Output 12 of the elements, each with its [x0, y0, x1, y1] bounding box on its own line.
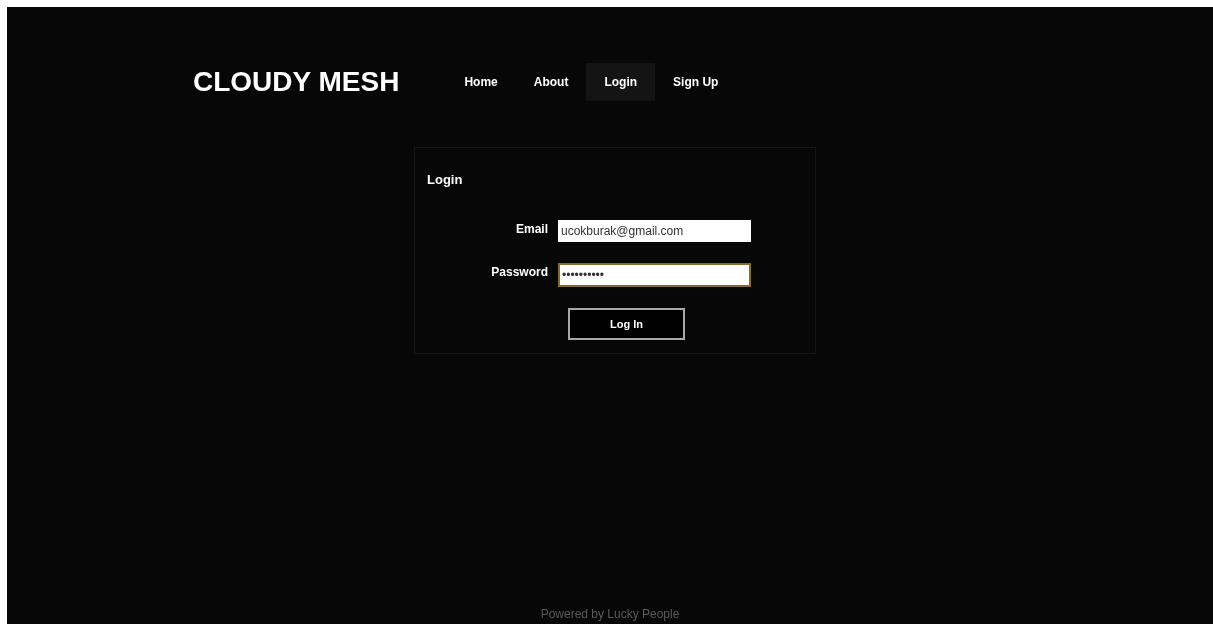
field-label: Email [515, 221, 549, 238]
panel-title: Login [427, 171, 463, 189]
input-field[interactable]: •••••••••• [558, 263, 751, 287]
nav-tab[interactable]: Login [586, 63, 656, 101]
nav-tab[interactable]: About [515, 63, 587, 101]
footer-text: Powered by Lucky People [539, 606, 681, 623]
nav-tab[interactable]: Sign Up [655, 63, 737, 101]
login-button[interactable]: Log In [568, 308, 685, 340]
site-logo: CLOUDY MESH [193, 68, 400, 96]
field-label: Password [490, 264, 549, 281]
input-field[interactable]: ucokburak@gmail.com [558, 220, 751, 242]
nav-tab[interactable]: Home [446, 63, 516, 101]
